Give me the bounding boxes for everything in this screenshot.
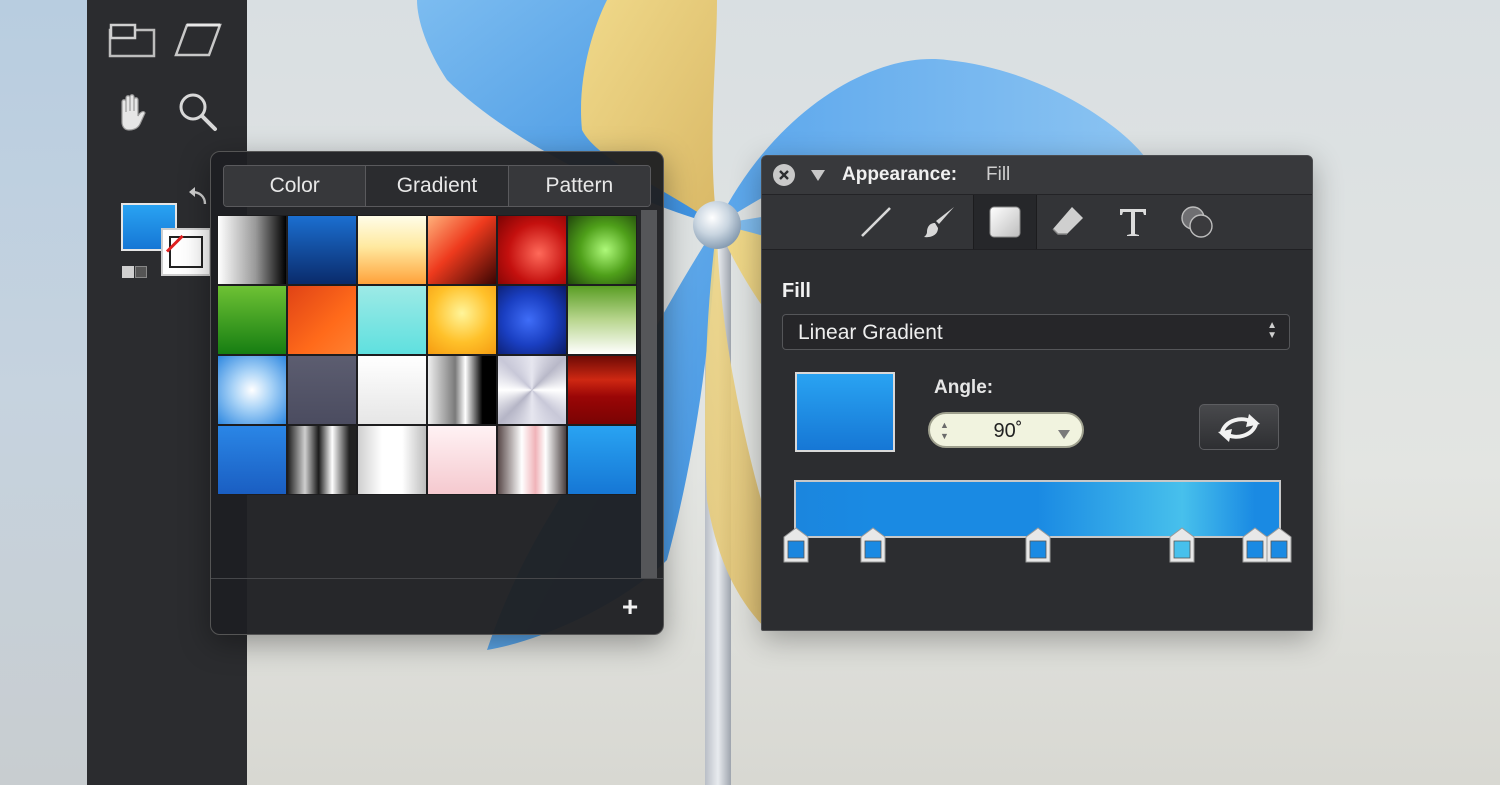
text-tab-icon[interactable] bbox=[1113, 203, 1153, 241]
zoom-tool-icon[interactable] bbox=[173, 90, 223, 134]
gradient-swatch[interactable] bbox=[357, 355, 427, 425]
frame-tool-icon[interactable] bbox=[107, 18, 157, 62]
disclosure-triangle-icon[interactable] bbox=[810, 168, 826, 187]
gradient-swatch[interactable] bbox=[567, 425, 637, 495]
gradient-stop-handle[interactable] bbox=[1169, 527, 1195, 563]
gradient-swatch[interactable] bbox=[427, 215, 497, 285]
appearance-panel: Appearance: Fill Fill Linear Gradient ▲ ▼… bbox=[761, 155, 1313, 631]
angle-field[interactable]: ▲ ▼ 90˚ bbox=[928, 412, 1084, 448]
tab-gradient[interactable]: Gradient bbox=[366, 166, 509, 206]
add-swatch-button[interactable]: + bbox=[615, 591, 645, 622]
skew-tool-icon[interactable] bbox=[173, 18, 223, 62]
gradient-swatch[interactable] bbox=[497, 425, 567, 495]
desktop-background bbox=[0, 0, 90, 785]
gradient-swatch[interactable] bbox=[287, 215, 357, 285]
gradient-swatch[interactable] bbox=[217, 215, 287, 285]
chevron-down-icon[interactable] bbox=[1058, 426, 1070, 444]
default-colors-icon[interactable] bbox=[122, 266, 148, 278]
gradient-swatch[interactable] bbox=[357, 425, 427, 495]
swatch-type-tabs: Color Gradient Pattern bbox=[223, 165, 651, 207]
reverse-gradient-button[interactable] bbox=[1199, 404, 1279, 450]
gradient-swatch[interactable] bbox=[567, 285, 637, 355]
stroke-color-well[interactable] bbox=[161, 228, 211, 276]
gradient-swatch[interactable] bbox=[427, 285, 497, 355]
panel-title-value: Fill bbox=[986, 164, 1011, 185]
gradient-swatch[interactable] bbox=[357, 215, 427, 285]
brush-tab-icon[interactable] bbox=[919, 203, 959, 241]
gradient-stop-handle[interactable] bbox=[1266, 527, 1292, 563]
stroke-tab-icon[interactable] bbox=[856, 203, 896, 241]
fill-section-label: Fill bbox=[782, 280, 811, 302]
panel-title: Appearance: bbox=[842, 164, 958, 185]
eraser-tab-icon[interactable] bbox=[1048, 203, 1088, 241]
effects-tab-icon[interactable] bbox=[1178, 203, 1218, 241]
hand-tool-icon[interactable] bbox=[107, 90, 157, 134]
panel-titlebar: Appearance: Fill bbox=[762, 156, 1312, 195]
gradient-swatch[interactable] bbox=[357, 285, 427, 355]
appearance-tabs bbox=[762, 195, 1312, 250]
gradient-swatch[interactable] bbox=[217, 355, 287, 425]
gradient-swatch[interactable] bbox=[287, 355, 357, 425]
gradient-stop-handle[interactable] bbox=[783, 527, 809, 563]
gradient-stop-handle[interactable] bbox=[1025, 527, 1051, 563]
gradient-swatch[interactable] bbox=[217, 425, 287, 495]
gradient-swatch[interactable] bbox=[497, 355, 567, 425]
fill-type-select[interactable]: Linear Gradient ▲ ▼ bbox=[782, 314, 1290, 350]
fill-tab-icon[interactable] bbox=[973, 195, 1037, 249]
gradient-swatch[interactable] bbox=[427, 355, 497, 425]
swap-colors-icon[interactable] bbox=[187, 186, 209, 213]
swatch-scrollbar[interactable] bbox=[641, 210, 657, 578]
gradient-swatch-grid bbox=[217, 215, 637, 495]
gradient-stop-handle[interactable] bbox=[1242, 527, 1268, 563]
select-arrows-icon: ▲ ▼ bbox=[1267, 320, 1277, 341]
fill-type-value: Linear Gradient bbox=[798, 321, 943, 344]
gradient-swatch[interactable] bbox=[217, 285, 287, 355]
gradient-preview bbox=[795, 372, 895, 452]
angle-label: Angle: bbox=[934, 377, 994, 398]
gradient-swatch[interactable] bbox=[287, 425, 357, 495]
gradient-swatch[interactable] bbox=[497, 215, 567, 285]
gradient-swatch[interactable] bbox=[567, 215, 637, 285]
tab-color[interactable]: Color bbox=[224, 166, 367, 206]
tab-pattern[interactable]: Pattern bbox=[508, 166, 650, 206]
gradient-swatch[interactable] bbox=[497, 285, 567, 355]
gradient-stop-handle[interactable] bbox=[860, 527, 886, 563]
gradient-swatch[interactable] bbox=[567, 355, 637, 425]
popover-divider bbox=[211, 578, 663, 579]
reverse-arrows-icon bbox=[1218, 414, 1260, 442]
gradient-swatch-popover: Color Gradient Pattern + bbox=[210, 151, 664, 635]
close-icon[interactable] bbox=[773, 164, 795, 186]
gradient-swatch[interactable] bbox=[287, 285, 357, 355]
gradient-swatch[interactable] bbox=[427, 425, 497, 495]
